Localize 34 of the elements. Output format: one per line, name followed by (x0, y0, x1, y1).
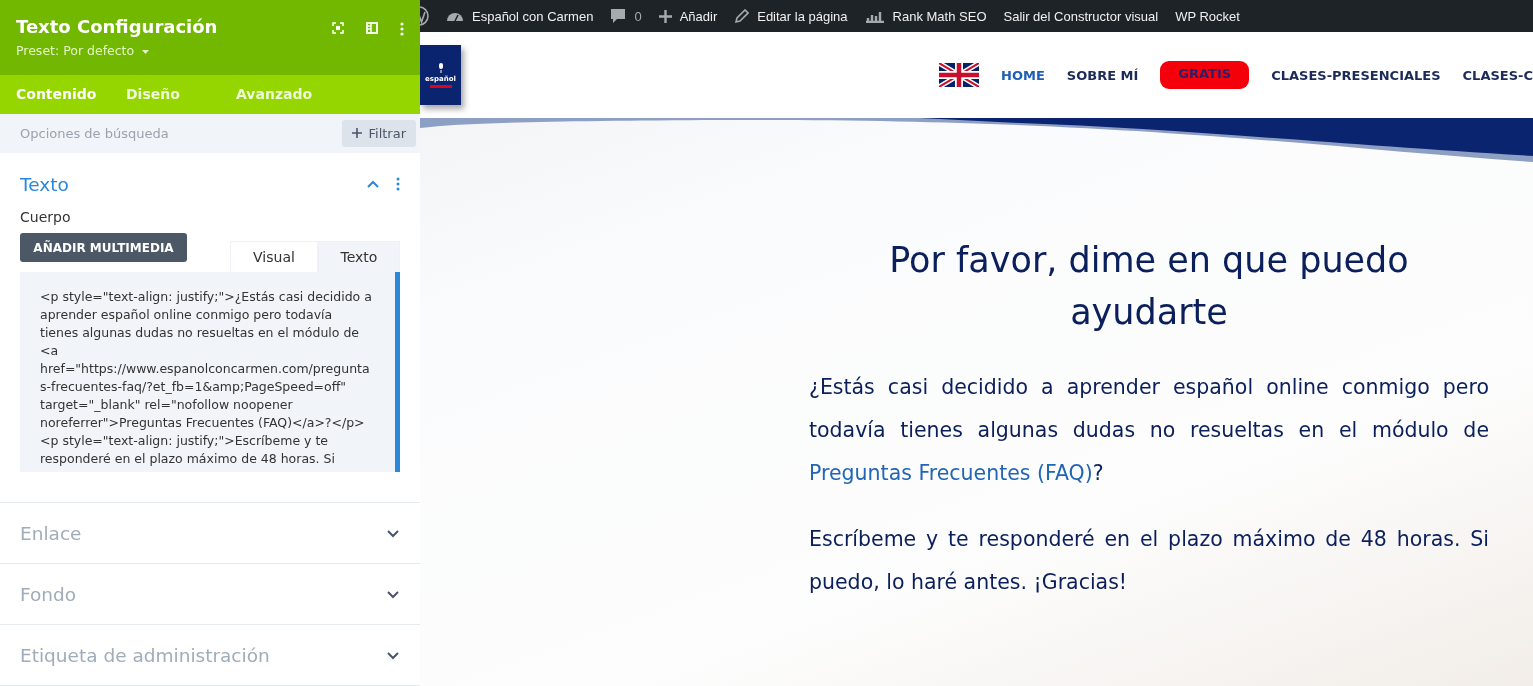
admin-bar-link[interactable]: Rank Math SEO (892, 8, 987, 24)
section-title[interactable]: Texto (20, 173, 69, 195)
faq-link[interactable]: Preguntas Frecuentes (FAQ) (809, 461, 1093, 485)
admin-bar-link[interactable]: WP Rocket (1175, 8, 1240, 24)
paragraph: Escríbeme y te responderé en el plazo máximo de 48 horas. Si puedo, lo haré antes. ¡Gracias! (809, 526, 1489, 596)
page-heading: Por favor, dime en que puedo ayudarte (888, 239, 1410, 334)
pencil-icon (734, 8, 750, 24)
nav-link[interactable]: CLASES-PRESENCIALES (1271, 67, 1441, 83)
nav-link[interactable]: HOME (1001, 67, 1045, 83)
more-icon[interactable] (396, 177, 400, 191)
editor-tab[interactable]: Visual (230, 241, 318, 272)
panel-title: Texto Configuración (16, 16, 218, 37)
plus-icon (352, 128, 363, 139)
filter-button[interactable]: Filtrar (342, 119, 416, 147)
admin-bar-link[interactable]: Español con Carmen (472, 8, 594, 24)
field-label: Cuerpo (20, 209, 72, 225)
focus-icon[interactable] (332, 22, 344, 34)
caret-icon[interactable] (142, 49, 150, 54)
layout-icon[interactable] (366, 22, 378, 34)
admin-bar-link[interactable]: Añadir (679, 8, 718, 24)
more-icon[interactable] (400, 22, 404, 36)
nav-link[interactable]: SOBRE MÍ (1066, 67, 1139, 83)
comment-count[interactable]: 0 (634, 8, 642, 24)
add-media-button[interactable]: AÑADIR MULTIMEDIA (20, 233, 187, 262)
chart-icon (864, 9, 885, 23)
comment-icon (610, 8, 627, 24)
nav-link[interactable]: CLASES-C (1462, 67, 1533, 83)
code-editor[interactable]: <p style="text-align: justify;">¿Estás casi decidido a aprender español online conmigo pero todavía tienes algunas dudas no resueltas en el módulo de <a href="https://www.espanolconcarmen.com/preguntas-frecuentes-faq/?et_fb=1&amp;PageSpeed=off" target="_blank" rel="nofollow noopener noreferrer">Preguntas Frecuentes (FAQ)</a>?</p> <p style="text-align: justify;">Escríbeme y te responderé en el plazo máximo de 48 horas. Si (20, 272, 400, 472)
editor-tab[interactable]: Texto (318, 241, 400, 272)
admin-bar-link[interactable]: Editar la página (757, 8, 848, 24)
paragraph: ¿Estás casi decidido a aprender español online conmigo pero todavía tienes algunas dudas no resueltas en el módulo de Preguntas Frecuentes (FAQ)? (809, 374, 1489, 487)
plus-icon (658, 9, 672, 23)
uk-flag-icon[interactable] (939, 63, 980, 87)
admin-bar-link[interactable]: Salir del Constructor visual (1003, 8, 1159, 24)
